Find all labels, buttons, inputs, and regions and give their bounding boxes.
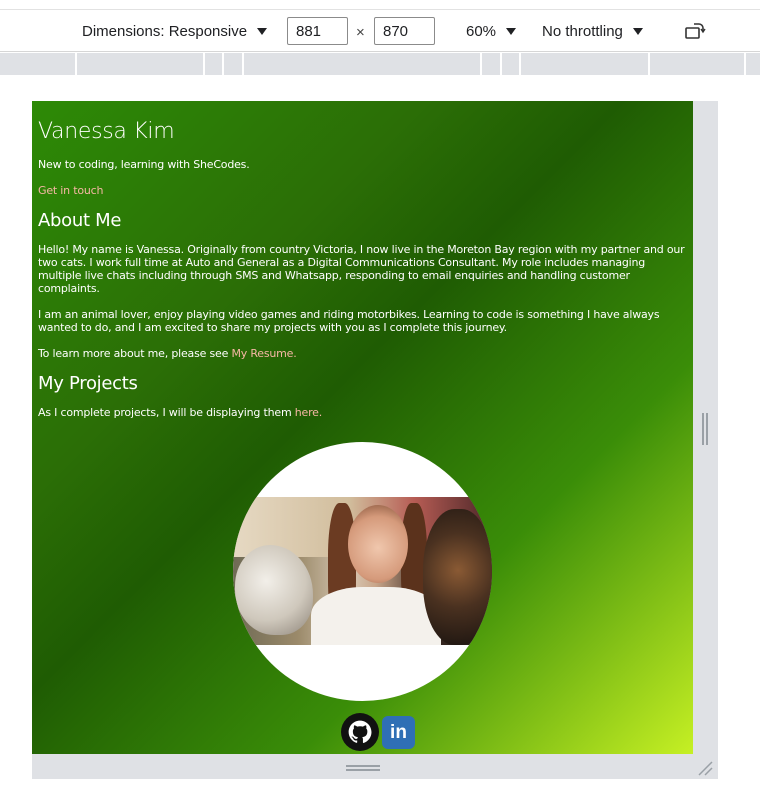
rotate-icon[interactable] — [684, 22, 706, 40]
webpage-viewport: Vanessa Kim New to coding, learning with… — [32, 101, 693, 754]
profile-photo — [233, 442, 492, 701]
linkedin-icon[interactable]: in — [382, 716, 415, 749]
resize-handle-right[interactable] — [701, 413, 709, 445]
width-input[interactable]: 881 — [287, 17, 348, 45]
resume-link[interactable]: My Resume. — [231, 347, 296, 360]
zoom-dropdown[interactable]: 60% — [466, 10, 517, 52]
chevron-down-icon — [632, 27, 643, 35]
device-toolbar: Dimensions: Responsive 881 × 870 60% No … — [0, 10, 760, 52]
times-sign: × — [356, 24, 365, 41]
ruler-divider — [500, 53, 502, 75]
devtools-top-border — [0, 0, 760, 10]
ruler-divider — [203, 53, 205, 75]
photo-face — [348, 505, 408, 583]
ruler-divider — [242, 53, 244, 75]
dimensions-dropdown[interactable]: Dimensions: Responsive — [82, 10, 268, 52]
height-input[interactable]: 870 — [374, 17, 435, 45]
github-icon[interactable] — [341, 713, 379, 751]
photo-boxer-dog — [423, 509, 492, 645]
page-title: Vanessa Kim — [38, 119, 175, 144]
profile-photo-image — [233, 497, 492, 645]
ruler-divider — [75, 53, 77, 75]
ruler-divider — [648, 53, 650, 75]
dimensions-label: Dimensions: Responsive — [82, 22, 248, 40]
intro-text: New to coding, learning with SheCodes. — [38, 158, 250, 171]
resize-handle-bottom[interactable] — [346, 764, 380, 772]
ruler-divider — [222, 53, 224, 75]
chevron-down-icon — [257, 27, 268, 35]
projects-paragraph: As I complete projects, I will be displa… — [38, 406, 687, 419]
about-heading: About Me — [38, 210, 122, 231]
ruler-divider — [480, 53, 482, 75]
media-query-ruler[interactable] — [0, 53, 760, 75]
projects-link[interactable]: here. — [295, 406, 322, 419]
throttling-label: No throttling — [542, 22, 623, 40]
projects-heading: My Projects — [38, 373, 138, 394]
resize-corner-icon[interactable] — [697, 760, 713, 776]
social-links: in — [341, 713, 415, 751]
github-icon — [348, 720, 372, 743]
throttling-dropdown[interactable]: No throttling — [542, 10, 643, 52]
about-paragraph-2: I am an animal lover, enjoy playing vide… — [38, 308, 660, 334]
photo-white-dog — [235, 545, 313, 635]
photo-shirt — [311, 587, 441, 645]
chevron-down-icon — [506, 27, 517, 35]
projects-text: As I complete projects, I will be displa… — [38, 406, 295, 419]
ruler-divider — [519, 53, 521, 75]
get-in-touch-link[interactable]: Get in touch — [38, 184, 103, 197]
zoom-label: 60% — [466, 22, 497, 40]
resume-paragraph: To learn more about me, please see My Re… — [38, 347, 687, 360]
ruler-divider — [744, 53, 746, 75]
resume-text: To learn more about me, please see — [38, 347, 232, 360]
about-paragraph-1: Hello! My name is Vanessa. Originally fr… — [38, 243, 685, 295]
